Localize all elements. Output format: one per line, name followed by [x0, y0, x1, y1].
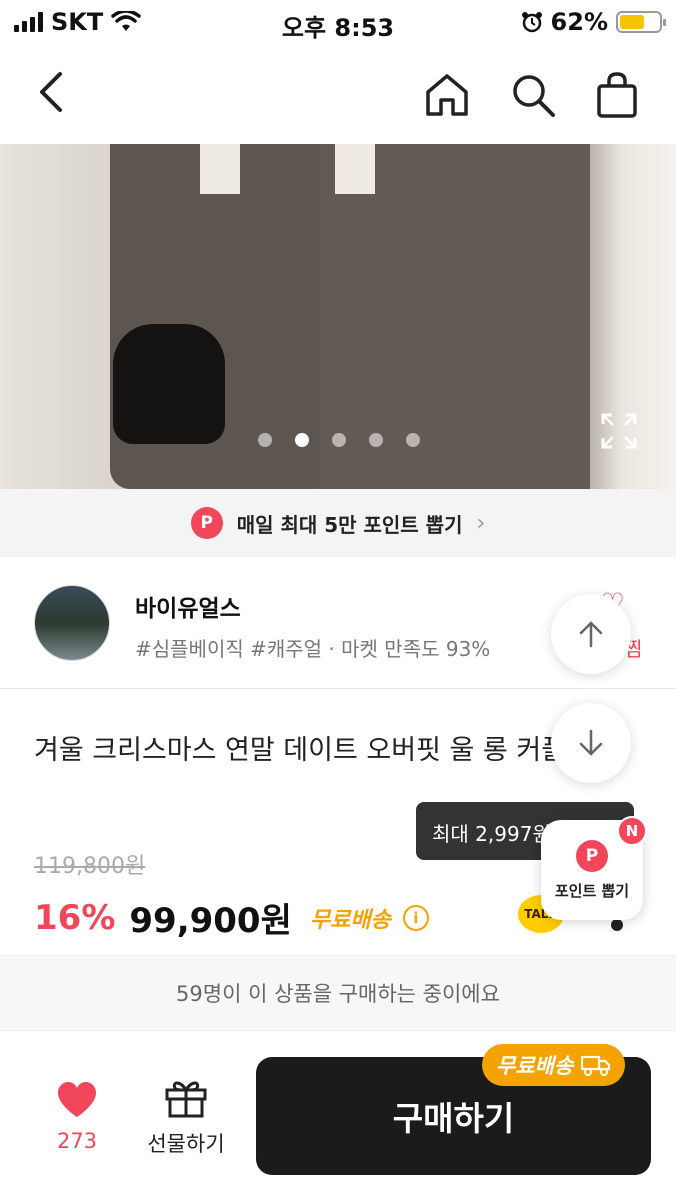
free-shipping-pill: 무료배송 [482, 1044, 626, 1086]
original-price: 119,800원 [34, 854, 146, 879]
product-image-carousel[interactable] [0, 144, 676, 489]
point-badge-icon: P [576, 839, 608, 872]
product-photo-detail [335, 144, 375, 194]
arrow-down-icon [579, 729, 603, 756]
carousel-dot[interactable] [369, 433, 383, 447]
truck-icon [581, 1055, 611, 1076]
seller-name[interactable]: 바이유얼스 [135, 589, 241, 623]
carousel-dot[interactable] [258, 433, 272, 447]
carousel-dots [258, 433, 420, 447]
product-photo-bag [113, 324, 225, 444]
carousel-dot[interactable] [332, 433, 346, 447]
carousel-dot[interactable] [406, 433, 420, 447]
sale-price: 99,900원 [129, 901, 292, 941]
chevron-right-icon: › [476, 510, 486, 536]
status-bar: SKT 오후 8:53 62% [0, 0, 676, 44]
heart-icon [58, 1082, 96, 1117]
point-banner-text: 매일 최대 5만 포인트 뽑기 [236, 512, 463, 537]
price-row: 16% 99,900원 무료배송 i [34, 893, 429, 942]
point-badge-icon: P [190, 507, 223, 539]
battery-icon [616, 11, 666, 33]
product-photo-detail [200, 144, 240, 194]
share-icon[interactable] [610, 918, 624, 932]
free-shipping-pill-label: 무료배송 [496, 1054, 574, 1078]
arrow-up-icon [579, 621, 603, 648]
gift-button[interactable]: 선물하기 [140, 1076, 232, 1158]
shopping-bag-icon[interactable] [592, 70, 642, 120]
discount-rate: 16% [34, 897, 116, 938]
seller-avatar[interactable] [34, 585, 110, 661]
battery-percent: 62% [550, 8, 608, 36]
scroll-down-button[interactable] [551, 703, 631, 783]
gift-label: 선물하기 [147, 1132, 225, 1156]
point-draw-label: 포인트 뽑기 [554, 881, 630, 900]
back-icon[interactable] [30, 68, 74, 116]
product-title: 겨울 크리스마스 연말 데이트 오버핏 울 롱 커플룩 [34, 735, 591, 766]
search-icon[interactable] [508, 70, 558, 120]
free-shipping-label: 무료배송 [309, 907, 391, 933]
carousel-dot-active[interactable] [295, 433, 309, 447]
home-icon[interactable] [422, 70, 472, 120]
gift-icon [165, 1081, 207, 1118]
alarm-icon [521, 12, 542, 33]
status-right: 62% [521, 8, 666, 36]
seller-tags: #심플베이직 #캐주얼 · 마켓 만족도 93% [135, 637, 491, 661]
expand-icon[interactable] [600, 412, 638, 450]
like-button[interactable]: 273 [50, 1081, 104, 1153]
like-count: 273 [56, 1129, 98, 1153]
info-icon[interactable]: i [402, 904, 429, 931]
new-badge: N [617, 816, 647, 846]
point-banner[interactable]: P 매일 최대 5만 포인트 뽑기 › [0, 489, 676, 557]
scroll-up-button[interactable] [551, 594, 631, 674]
buyers-notice: 59명이 이 상품을 구매하는 중이에요 [0, 955, 676, 1031]
top-nav [0, 48, 676, 144]
